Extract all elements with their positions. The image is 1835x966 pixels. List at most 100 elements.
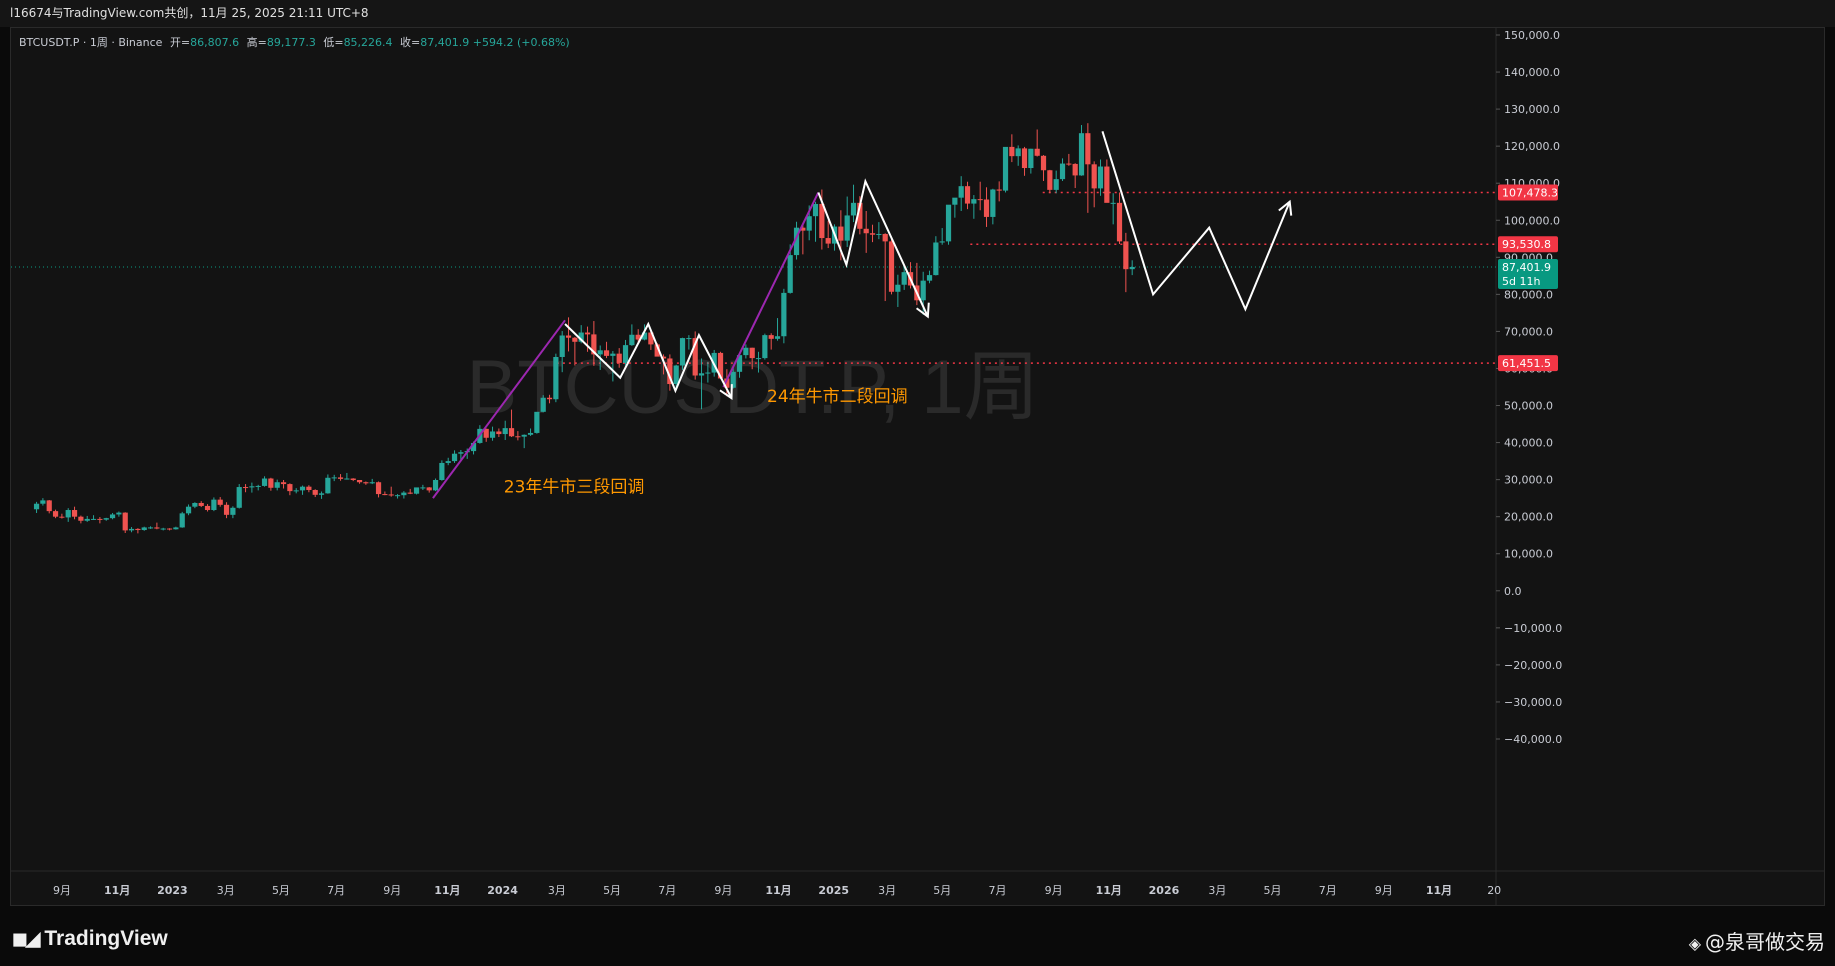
candle[interactable]: [819, 203, 825, 239]
candle[interactable]: [59, 516, 65, 518]
candle[interactable]: [825, 238, 831, 244]
candle[interactable]: [312, 490, 318, 495]
candle[interactable]: [895, 284, 901, 292]
candle[interactable]: [46, 500, 52, 512]
candle[interactable]: [331, 477, 337, 479]
candle[interactable]: [686, 338, 692, 340]
candle[interactable]: [173, 527, 179, 530]
candle[interactable]: [534, 411, 540, 433]
candle[interactable]: [255, 485, 261, 487]
candle[interactable]: [1059, 163, 1066, 180]
candle[interactable]: [1072, 163, 1078, 176]
candle[interactable]: [325, 477, 331, 494]
candle[interactable]: [515, 436, 521, 438]
zigzag-path[interactable]: [1101, 131, 1291, 312]
candle[interactable]: [84, 518, 90, 521]
candle[interactable]: [439, 462, 445, 481]
candle[interactable]: [888, 241, 895, 292]
candle[interactable]: [268, 478, 274, 488]
candle[interactable]: [1104, 166, 1110, 203]
candle[interactable]: [901, 272, 907, 285]
candle[interactable]: [755, 358, 762, 360]
candle[interactable]: [616, 353, 622, 363]
candle[interactable]: [762, 335, 768, 359]
candle[interactable]: [996, 189, 1002, 191]
candle[interactable]: [426, 487, 432, 491]
candle[interactable]: [806, 216, 812, 231]
candle[interactable]: [33, 503, 40, 510]
candle[interactable]: [629, 334, 635, 346]
tradingview-logo[interactable]: ◼◢ TradingView: [12, 927, 168, 951]
candle[interactable]: [603, 350, 610, 356]
candle[interactable]: [939, 241, 945, 243]
candle[interactable]: [445, 461, 451, 463]
candle[interactable]: [293, 490, 299, 492]
candle[interactable]: [743, 347, 749, 356]
candle[interactable]: [71, 510, 78, 517]
candle[interactable]: [337, 477, 344, 479]
candle[interactable]: [781, 292, 787, 337]
candle[interactable]: [274, 482, 280, 488]
candle[interactable]: [363, 482, 369, 484]
candle[interactable]: [166, 528, 173, 530]
candle[interactable]: [572, 337, 578, 342]
candle[interactable]: [1021, 148, 1028, 169]
candle[interactable]: [945, 204, 952, 242]
candle[interactable]: [160, 528, 166, 530]
candle[interactable]: [192, 502, 198, 507]
candle[interactable]: [1015, 148, 1021, 157]
candle[interactable]: [306, 486, 312, 491]
candle[interactable]: [432, 480, 439, 491]
candle[interactable]: [540, 397, 546, 412]
candle[interactable]: [584, 332, 591, 335]
candle[interactable]: [388, 494, 394, 496]
candle[interactable]: [882, 233, 888, 242]
candle[interactable]: [489, 431, 496, 438]
candle[interactable]: [705, 372, 711, 374]
candle[interactable]: [211, 499, 217, 511]
candle[interactable]: [933, 242, 939, 276]
candle[interactable]: [749, 347, 755, 359]
candlestick-chart[interactable]: BTCUSDT.P, 1周150,000.0140,000.0130,000.0…: [11, 28, 1825, 906]
candle[interactable]: [774, 336, 781, 339]
candle[interactable]: [242, 487, 249, 489]
candle[interactable]: [679, 338, 686, 366]
candle[interactable]: [1091, 164, 1097, 189]
candle[interactable]: [217, 499, 223, 505]
candle[interactable]: [122, 512, 128, 531]
candle[interactable]: [838, 226, 844, 241]
candle[interactable]: [546, 397, 553, 400]
candle[interactable]: [1028, 148, 1034, 169]
candle[interactable]: [204, 505, 211, 511]
candle[interactable]: [610, 353, 616, 356]
chart-panel[interactable]: BTCUSDT.P, 1周 150,000.0 140,000.0 130,000.0…: [10, 27, 1825, 906]
candle[interactable]: [141, 527, 147, 531]
candle[interactable]: [40, 500, 46, 504]
candle[interactable]: [451, 453, 458, 462]
candle[interactable]: [559, 335, 565, 357]
candle[interactable]: [876, 233, 882, 235]
candle[interactable]: [597, 350, 603, 355]
candle[interactable]: [1078, 133, 1085, 176]
candle[interactable]: [280, 482, 287, 485]
candle[interactable]: [97, 518, 103, 520]
candle[interactable]: [185, 506, 192, 514]
candle[interactable]: [179, 513, 185, 528]
candle[interactable]: [116, 512, 122, 515]
candle[interactable]: [401, 492, 407, 496]
candle[interactable]: [920, 280, 926, 301]
candle[interactable]: [553, 356, 559, 400]
candle[interactable]: [1097, 166, 1104, 189]
candle[interactable]: [863, 228, 869, 234]
candle[interactable]: [990, 189, 996, 217]
candle[interactable]: [350, 478, 356, 481]
candle[interactable]: [236, 487, 242, 508]
candle[interactable]: [964, 186, 971, 204]
candle[interactable]: [369, 482, 375, 484]
candle[interactable]: [527, 432, 534, 435]
candle[interactable]: [622, 345, 629, 363]
candle[interactable]: [223, 504, 230, 515]
candle[interactable]: [407, 492, 413, 494]
candle[interactable]: [844, 215, 850, 241]
candle[interactable]: [698, 373, 705, 376]
